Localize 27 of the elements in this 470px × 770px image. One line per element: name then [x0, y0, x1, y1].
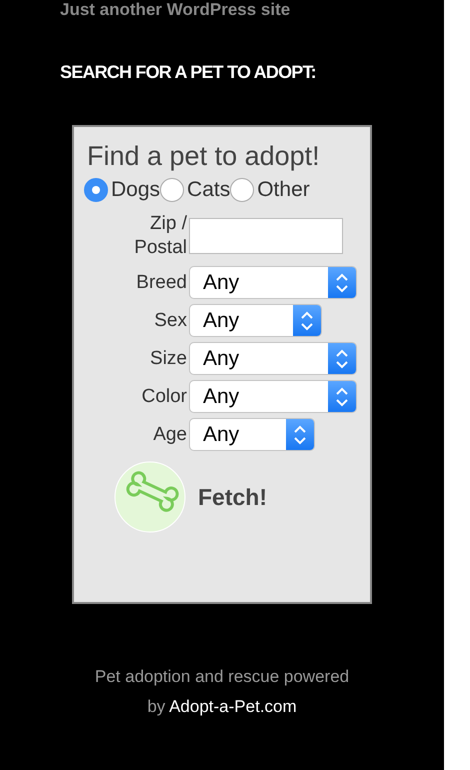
zip-input-field[interactable]: [189, 218, 343, 254]
species-radio[interactable]: Cats: [160, 178, 230, 202]
adopt-a-pet-link[interactable]: Adopt-a-Pet.com: [169, 697, 297, 716]
up-down-chevron-icon: [335, 348, 349, 370]
up-down-chevron-icon: [293, 424, 307, 446]
up-down-chevron-icon: [335, 386, 349, 408]
form-title: Find a pet to adopt!: [87, 141, 321, 172]
fetch-button[interactable]: Fetch!: [114, 461, 370, 533]
species-radio[interactable]: Dogs: [84, 178, 160, 202]
footer-credit: Pet adoption and rescue powered by Adopt-a-Pet.com: [94, 666, 350, 718]
field-label: Color: [140, 384, 187, 408]
widget-title: SEARCH FOR A PET TO ADOPT:: [60, 62, 316, 83]
field-label: Breed: [135, 270, 187, 294]
field-label: Size: [149, 346, 187, 370]
dropdown-select[interactable]: Any: [189, 304, 322, 337]
field-label: Sex: [153, 308, 187, 332]
field-label: Zip / Postal: [133, 212, 187, 260]
bone-icon: [114, 461, 186, 533]
species-radio[interactable]: Other: [230, 178, 310, 202]
site-tagline: Just another WordPress site: [60, 0, 290, 20]
dropdown-select[interactable]: Any: [189, 342, 357, 375]
up-down-chevron-icon: [335, 272, 349, 294]
up-down-chevron-icon: [300, 310, 314, 332]
dropdown-select[interactable]: Any: [189, 418, 315, 451]
dropdown-select[interactable]: Any: [189, 380, 357, 413]
field-label: Age: [152, 422, 187, 446]
dropdown-select[interactable]: Any: [189, 266, 357, 299]
